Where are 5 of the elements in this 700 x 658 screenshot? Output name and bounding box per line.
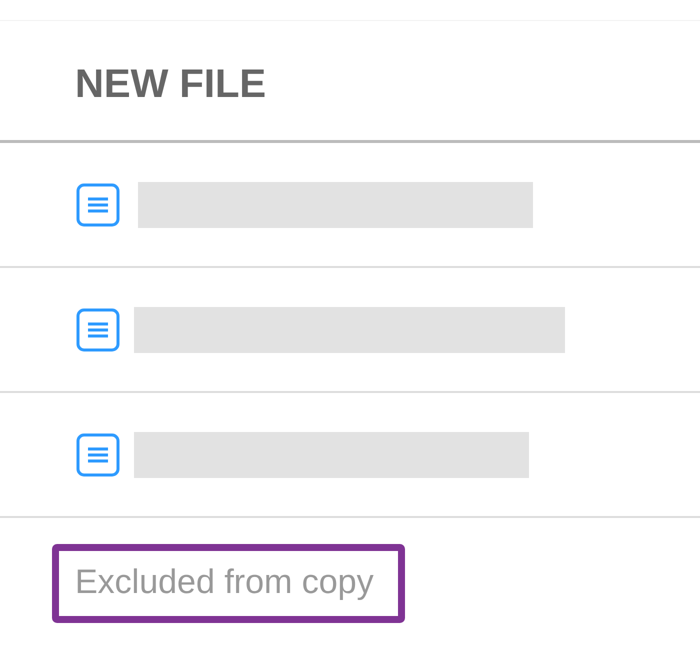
section-title: NEW FILE (75, 61, 266, 107)
document-icon (76, 432, 120, 476)
document-icon (76, 308, 120, 352)
excluded-note: Excluded from copy (52, 544, 405, 623)
document-icon (76, 182, 120, 226)
